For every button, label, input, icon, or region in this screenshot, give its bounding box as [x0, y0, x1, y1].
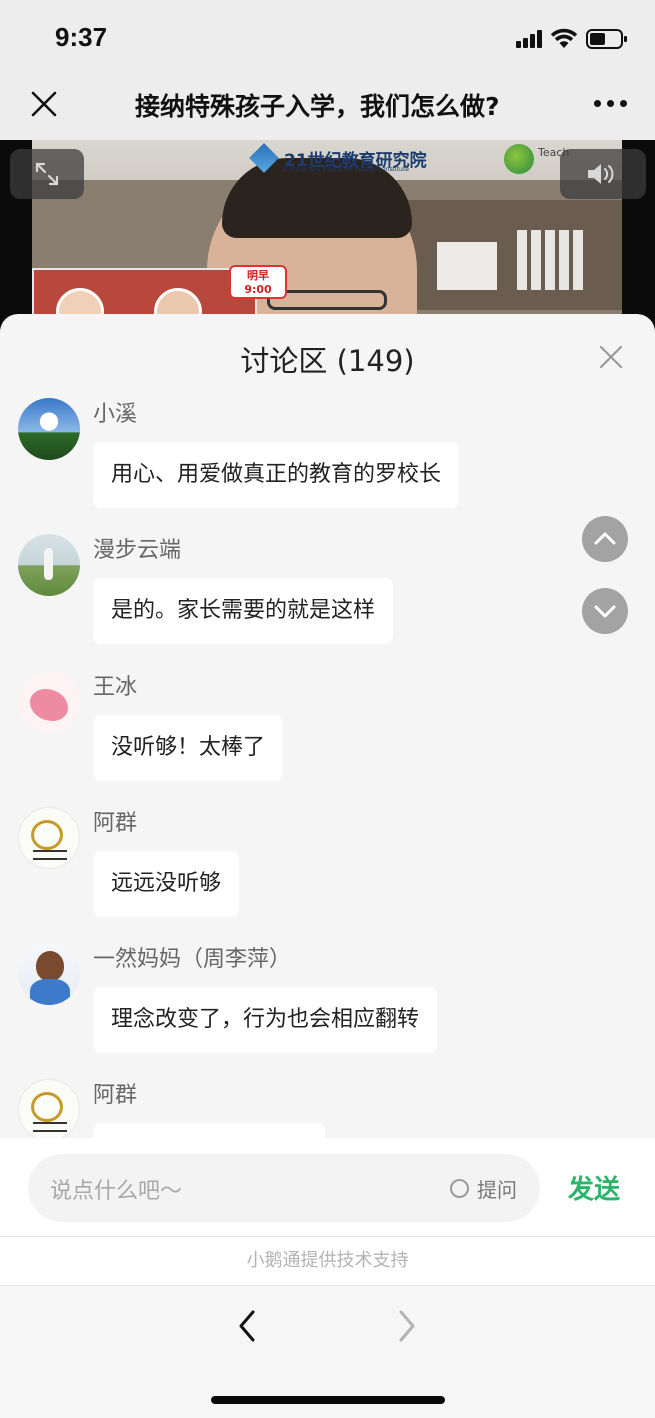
scroll-up-button[interactable] — [582, 516, 628, 562]
message-author: 阿群 — [93, 811, 138, 836]
message-item: 小溪 用心、用爱做真正的教育的罗校长 — [0, 392, 655, 528]
time-badge: 明早 9:00 — [229, 265, 287, 299]
speaker-icon — [588, 164, 614, 184]
expand-icon — [35, 162, 59, 186]
sky-avatar[interactable] — [18, 398, 80, 460]
message-bubble: 用心、用爱做真正的教育的罗校长 — [93, 442, 460, 508]
status-time: 9:37 — [55, 22, 108, 52]
close-icon[interactable] — [30, 90, 58, 118]
message-author: 漫步云端 — [93, 538, 182, 563]
video-player[interactable]: 明早 9:00 21世纪教育研究院 21st Century Education… — [0, 140, 655, 330]
message-author: 一然妈妈（周李萍） — [93, 947, 292, 972]
home-indicator[interactable] — [211, 1396, 445, 1404]
woman-avatar[interactable] — [18, 943, 80, 1005]
powered-by-text: 小鹅通提供技术支持 — [0, 1236, 655, 1286]
message-author: 小溪 — [93, 402, 138, 427]
chevron-down-icon — [594, 605, 616, 618]
forward-icon[interactable] — [396, 1308, 418, 1344]
message-item: 阿群 — [0, 1073, 655, 1138]
message-bubble — [93, 1123, 325, 1138]
radio-icon[interactable] — [450, 1178, 469, 1198]
message-item: 漫步云端 是的。家长需要的就是这样 — [0, 528, 655, 664]
signal-icon — [516, 30, 544, 48]
sketch-avatar[interactable] — [18, 807, 80, 869]
message-author: 阿群 — [93, 1083, 138, 1108]
message-bubble: 理念改变了，行为也会相应翻转 — [93, 987, 438, 1053]
question-toggle[interactable]: 提问 — [450, 1175, 517, 1202]
more-options-icon[interactable] — [594, 98, 628, 110]
field-avatar[interactable] — [18, 534, 80, 596]
message-bubble: 远远没听够 — [93, 851, 240, 917]
message-list[interactable]: 小溪 用心、用爱做真正的教育的罗校长 漫步云端 是的。家长需要的就是这样 王冰 … — [0, 386, 655, 1138]
fullscreen-button[interactable] — [10, 149, 84, 199]
message-bubble: 是的。家长需要的就是这样 — [93, 578, 394, 644]
battery-icon — [586, 28, 628, 50]
message-bubble: 没听够！太棒了 — [93, 715, 284, 781]
send-button[interactable]: 发送 — [568, 1169, 620, 1206]
status-bar: 9:37 — [0, 0, 655, 78]
teach-logo-icon — [504, 144, 534, 174]
back-icon[interactable] — [236, 1308, 258, 1344]
message-author: 王冰 — [93, 675, 138, 700]
input-placeholder: 说点什么吧～ — [50, 1179, 183, 1204]
video-frame: 明早 9:00 21世纪教育研究院 21st Century Education… — [32, 140, 622, 330]
panel-close-icon[interactable] — [598, 344, 624, 370]
message-item: 阿群 远远没听够 — [0, 801, 655, 937]
volume-button[interactable] — [560, 149, 646, 199]
wifi-icon — [550, 27, 578, 49]
brand-logo: 21世纪教育研究院 21st Century Education Researc… — [249, 142, 427, 174]
page-title: 接纳特殊孩子入学，我们怎么做? — [135, 92, 500, 121]
discussion-panel: 讨论区 (149) 小溪 用心、用爱做真正的教育的罗校长 漫步云端 是的。家长需… — [0, 314, 655, 1418]
input-bar: 说点什么吧～ 提问 发送 — [0, 1138, 655, 1236]
pink-avatar[interactable] — [18, 671, 80, 733]
question-label: 提问 — [477, 1177, 517, 1202]
screen: 9:37 接纳特殊孩子入学，我们怎么做? 明早 9:00 21世纪教育研究院 2… — [0, 0, 655, 1418]
message-item: 王冰 没听够！太棒了 — [0, 665, 655, 801]
comment-input[interactable]: 说点什么吧～ 提问 — [28, 1154, 540, 1222]
browser-toolbar — [0, 1286, 655, 1418]
nav-bar: 接纳特殊孩子入学，我们怎么做? — [0, 78, 655, 140]
discussion-title: 讨论区 (149) — [240, 344, 415, 378]
chevron-up-icon — [594, 532, 616, 545]
sketch-avatar[interactable] — [18, 1079, 80, 1138]
message-item: 一然妈妈（周李萍） 理念改变了，行为也会相应翻转 — [0, 937, 655, 1073]
scroll-down-button[interactable] — [582, 588, 628, 634]
